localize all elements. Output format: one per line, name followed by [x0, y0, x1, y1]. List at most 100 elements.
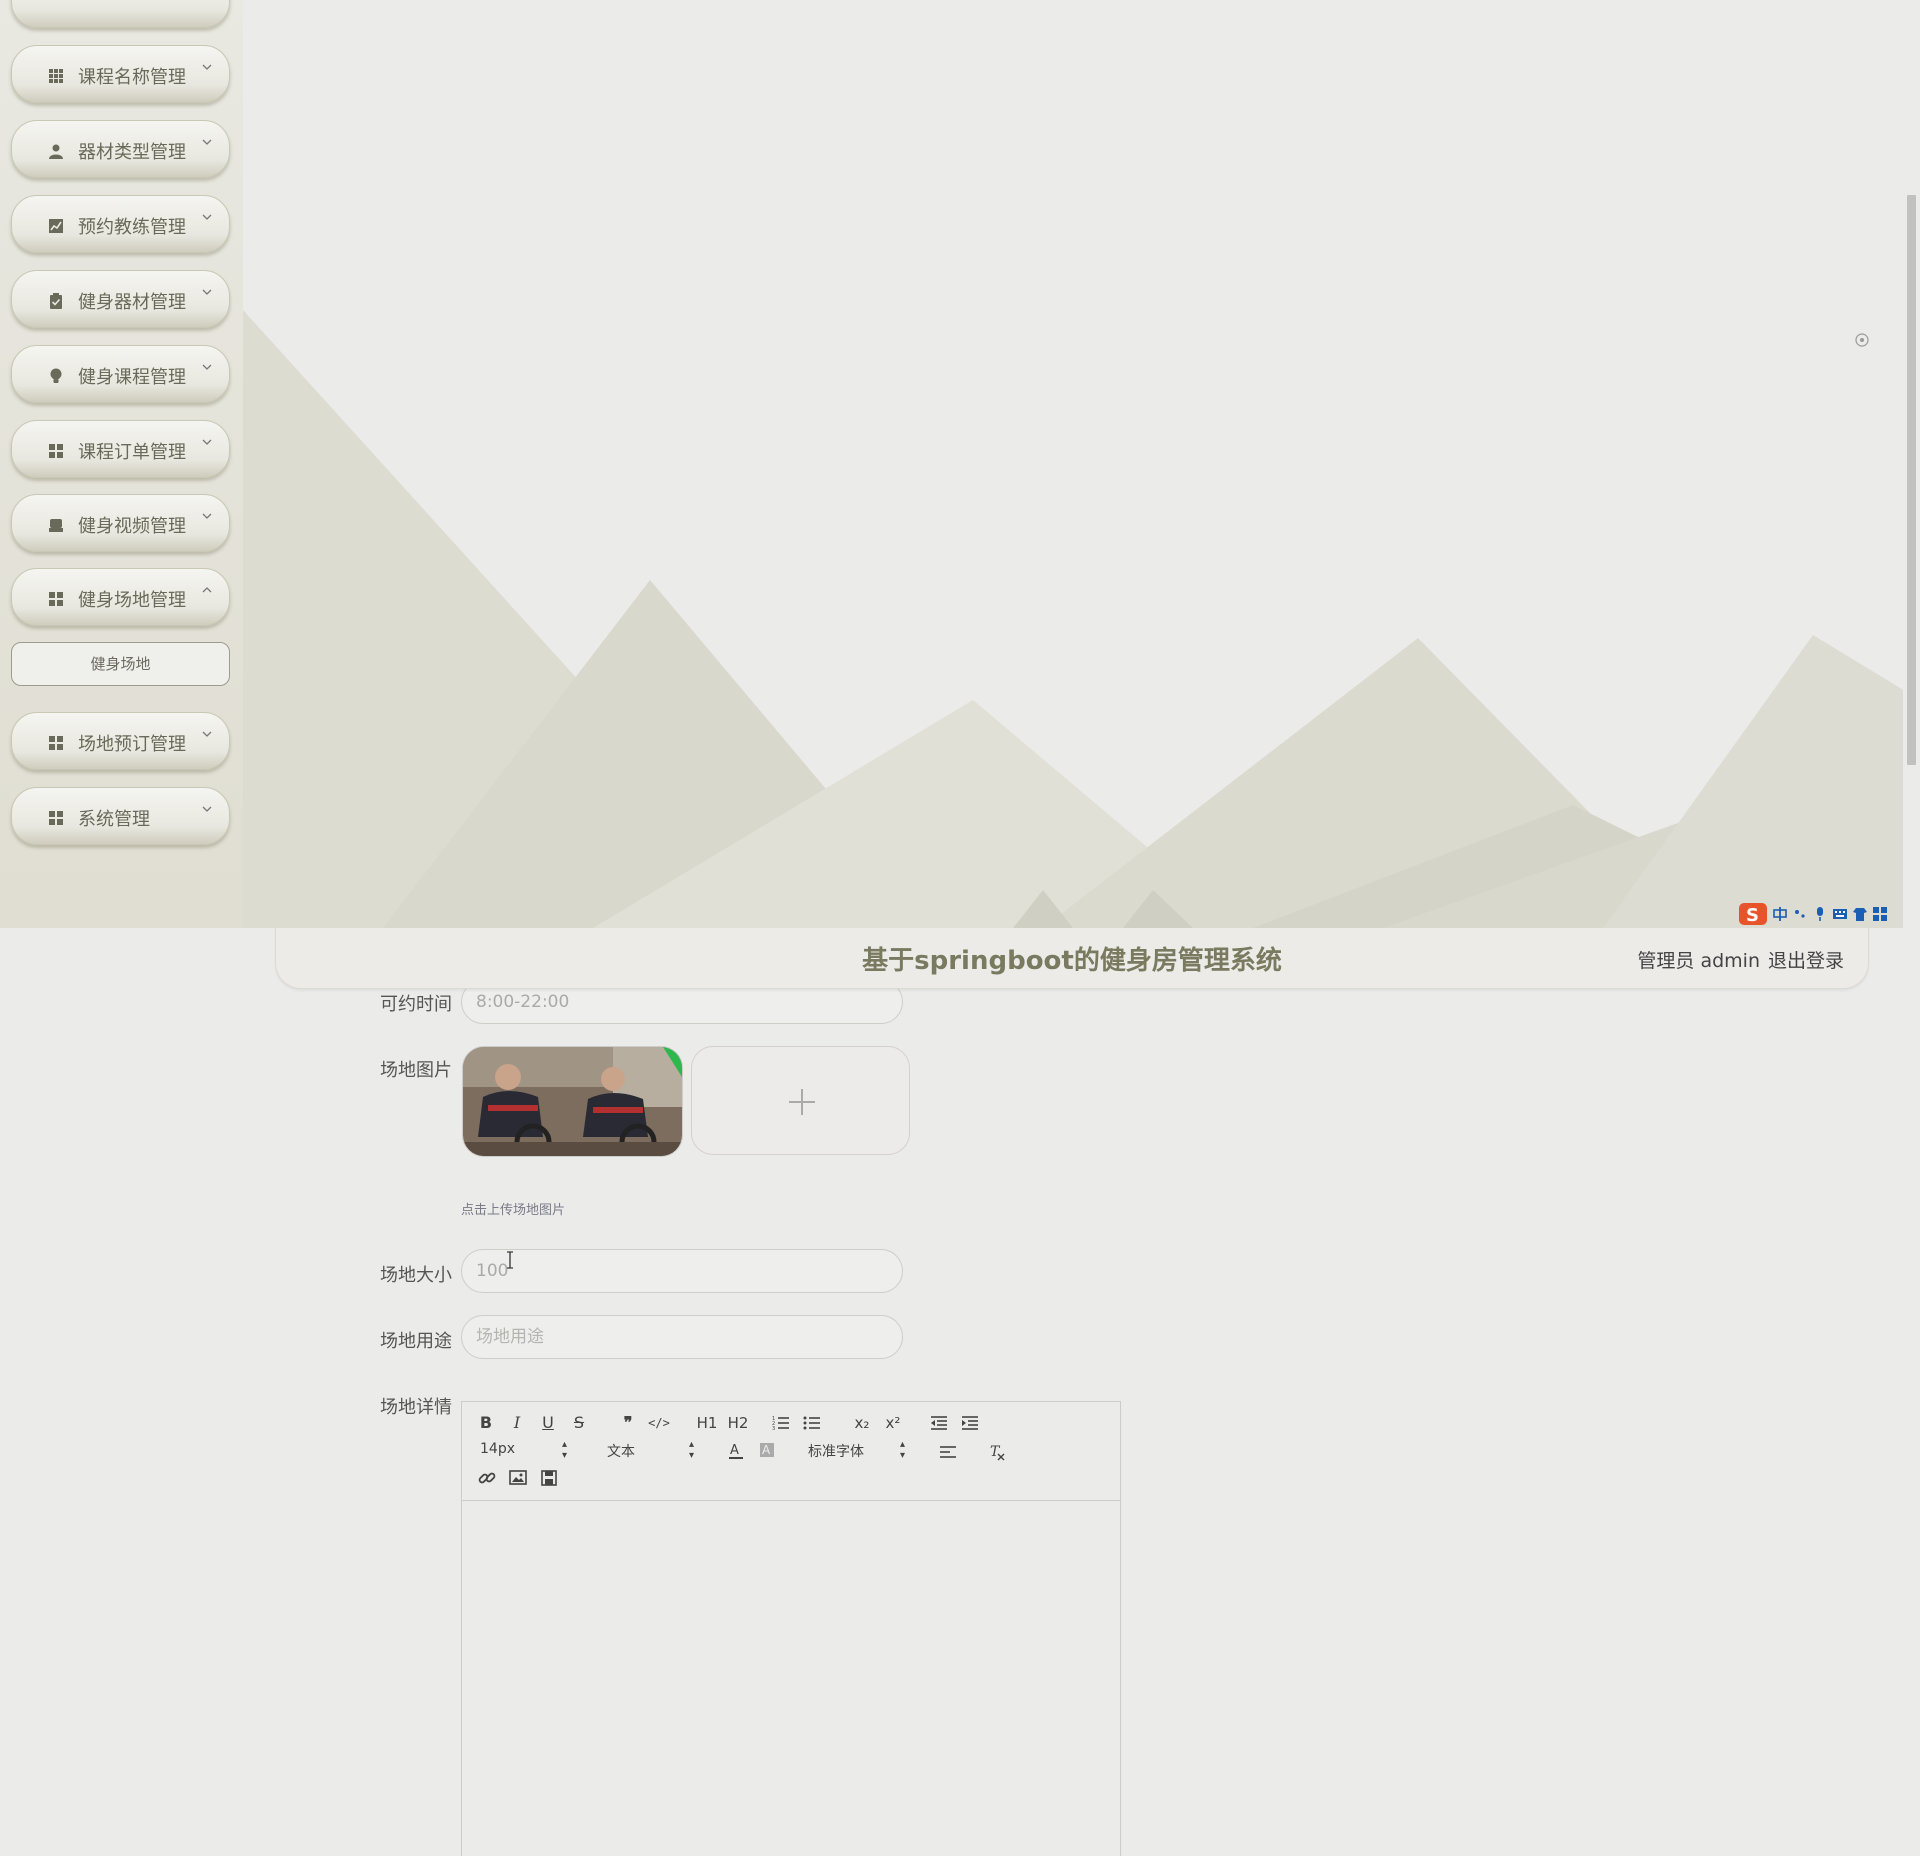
sidebar-item-label: 器材类型管理: [78, 142, 186, 163]
heading2-icon[interactable]: H2: [725, 1413, 751, 1433]
size-label: 场地大小: [380, 1265, 452, 1286]
font-family-value: 标准字体: [808, 1444, 864, 1460]
sidebar-item-course-names[interactable]: 课程名称管理: [11, 45, 230, 103]
bold-icon[interactable]: B: [475, 1413, 497, 1433]
sidebar-item-label: 课程订单管理: [78, 442, 186, 463]
toolbox-icon: [1873, 907, 1887, 921]
chevron-down-icon: [202, 439, 212, 445]
clear-format-icon[interactable]: T: [988, 1443, 1006, 1461]
outdent-icon[interactable]: [930, 1415, 948, 1431]
close-circle-icon[interactable]: [1855, 333, 1869, 347]
sidebar: 课程名称管理 器材类型管理 预约教练管理 健身器材管理 健身课程管理 课程订单管…: [0, 0, 243, 928]
detail-label: 场地详情: [380, 1397, 452, 1418]
superscript-icon[interactable]: x²: [880, 1413, 906, 1433]
chinese-mode-icon: [1773, 907, 1787, 921]
grid-icon: [49, 736, 63, 750]
editor-content-area[interactable]: [462, 1501, 1120, 1856]
sidebar-item-fitness-equipment[interactable]: 健身器材管理: [11, 270, 230, 328]
sidebar-item-label: 健身器材管理: [78, 292, 186, 313]
venue-image-thumbnail[interactable]: [462, 1046, 683, 1157]
background-mountains: [243, 310, 1920, 928]
image-icon[interactable]: [509, 1469, 527, 1487]
upload-image-button[interactable]: [691, 1046, 910, 1155]
sidebar-item-fitness-videos[interactable]: 健身视频管理: [11, 494, 230, 552]
svg-text:A: A: [730, 1443, 739, 1458]
sidebar-item-label: 健身课程管理: [78, 367, 186, 388]
clipboard-icon: [50, 293, 62, 309]
upload-hint: 点击上传场地图片: [461, 1203, 566, 1218]
font-size-select[interactable]: 14px ▴ ▾: [480, 1439, 574, 1461]
link-icon[interactable]: [478, 1469, 496, 1487]
chevron-up-icon: [202, 587, 212, 593]
background-color-icon[interactable]: A: [759, 1442, 775, 1460]
chevron-down-icon: [202, 731, 212, 737]
grid-icon: [49, 69, 63, 83]
header-select-value: 文本: [607, 1444, 635, 1460]
sidebar-item-top-partial[interactable]: [11, 0, 230, 28]
archive-icon: [49, 519, 63, 532]
sidebar-item-label: 预约教练管理: [78, 217, 186, 238]
subscript-icon[interactable]: x₂: [849, 1413, 875, 1433]
select-arrows-icon: ▴ ▾: [562, 1439, 568, 1461]
ordered-list-icon[interactable]: 123: [772, 1415, 790, 1431]
italic-icon[interactable]: I: [506, 1413, 528, 1433]
chart-icon: [49, 219, 63, 233]
microphone-icon: [1817, 907, 1823, 921]
video-icon[interactable]: [540, 1469, 558, 1487]
sidebar-item-venue-booking[interactable]: 场地预订管理: [11, 712, 230, 770]
sidebar-item-coach-booking[interactable]: 预约教练管理: [11, 195, 230, 253]
heading1-icon[interactable]: H1: [694, 1413, 720, 1433]
svg-text:T: T: [990, 1444, 1001, 1460]
sidebar-item-equipment-types[interactable]: 器材类型管理: [11, 120, 230, 178]
font-size-value: 14px: [480, 1441, 515, 1457]
sidebar-item-system[interactable]: 系统管理: [11, 787, 230, 845]
align-left-icon[interactable]: [939, 1444, 957, 1460]
chevron-down-icon: [202, 806, 212, 812]
text-cursor-icon: [507, 1251, 513, 1269]
editor-toolbar: B I U S ❞ </> H1 H2 123 x₂ x² 14px ▴ ▾ 文本…: [462, 1402, 1120, 1501]
page-scrollbar[interactable]: [1903, 0, 1920, 928]
punctuation-icon: [1795, 910, 1805, 918]
sidebar-item-fitness-courses[interactable]: 健身课程管理: [11, 345, 230, 403]
sidebar-item-label: 场地预订管理: [78, 734, 186, 755]
sidebar-item-course-orders[interactable]: 课程订单管理: [11, 420, 230, 478]
sidebar-item-label: 系统管理: [78, 809, 150, 830]
current-user: 管理员 admin: [1637, 950, 1760, 972]
font-family-select[interactable]: 标准字体 ▴ ▾: [808, 1439, 912, 1461]
time-label: 可约时间: [380, 994, 452, 1015]
chevron-down-icon: [202, 513, 212, 519]
grid-icon: [49, 592, 63, 606]
underline-icon[interactable]: U: [537, 1413, 559, 1433]
code-block-icon[interactable]: </>: [648, 1413, 670, 1433]
size-input[interactable]: [461, 1249, 903, 1293]
chevron-down-icon: [202, 289, 212, 295]
bullet-list-icon[interactable]: [803, 1415, 821, 1431]
grid-icon: [49, 444, 63, 458]
rich-text-editor: B I U S ❞ </> H1 H2 123 x₂ x² 14px ▴ ▾ 文本…: [461, 1401, 1121, 1856]
sidebar-item-label: 健身场地管理: [78, 590, 186, 611]
keyboard-icon: [1833, 909, 1847, 919]
strikethrough-icon[interactable]: S: [568, 1413, 590, 1433]
svg-text:A: A: [762, 1443, 771, 1457]
sidebar-item-venue-management[interactable]: 健身场地管理: [11, 568, 230, 626]
skin-icon: [1853, 908, 1867, 921]
svg-text:3: 3: [772, 1426, 775, 1431]
svg-text:S: S: [1746, 905, 1759, 926]
font-color-icon[interactable]: A: [728, 1442, 744, 1460]
grid-icon: [49, 811, 63, 825]
person-icon: [49, 144, 63, 159]
image-label: 场地图片: [380, 1060, 452, 1081]
header-select[interactable]: 文本 ▴ ▾: [607, 1439, 701, 1461]
logout-button[interactable]: 退出登录: [1768, 946, 1844, 973]
scrollbar-thumb[interactable]: [1907, 195, 1916, 765]
chevron-down-icon: [202, 214, 212, 220]
top-header: 基于springboot的健身房管理系统 管理员 admin 退出登录: [275, 928, 1869, 989]
plus-icon: [789, 1089, 815, 1115]
blockquote-icon[interactable]: ❞: [617, 1413, 639, 1433]
sidebar-subitem-venue[interactable]: 健身场地: [11, 642, 230, 686]
indent-icon[interactable]: [961, 1415, 979, 1431]
ime-toolbar[interactable]: S: [1738, 900, 1920, 928]
sidebar-item-label: 健身视频管理: [78, 516, 186, 537]
use-input[interactable]: [461, 1315, 903, 1359]
use-label: 场地用途: [380, 1331, 452, 1352]
